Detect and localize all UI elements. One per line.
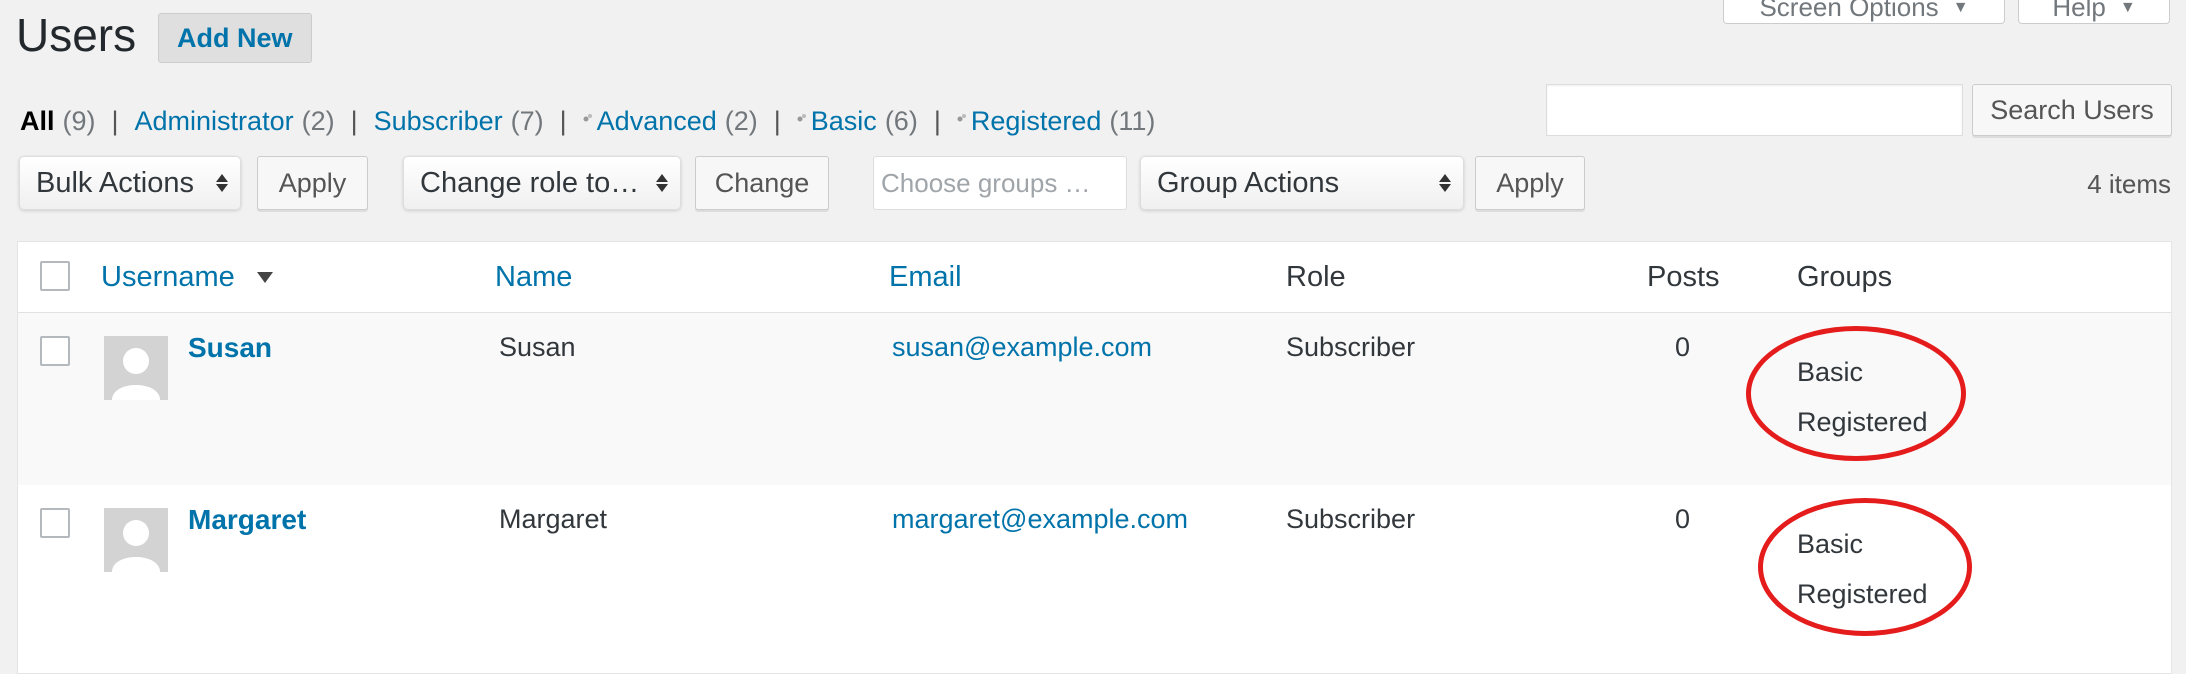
column-groups: Groups [1797, 261, 1893, 293]
column-username-label: Username [101, 261, 235, 293]
bulk-actions-value: Bulk Actions [36, 166, 194, 199]
view-basic-count: (6) [884, 106, 918, 136]
select-arrows-icon [216, 174, 228, 192]
role-cell: Subscriber [1286, 504, 1416, 534]
search-users-button[interactable]: Search Users [1972, 84, 2172, 136]
view-advanced-count: (2) [724, 106, 758, 136]
avatar [104, 508, 168, 572]
user-role-filter-views: All (9) | Administrator (2) | Subscriber… [20, 106, 1155, 137]
column-name[interactable]: Name [495, 261, 572, 294]
view-all[interactable]: All (9) [20, 106, 96, 137]
view-administrator-link[interactable]: Administrator [135, 106, 294, 137]
view-administrator[interactable]: Administrator (2) [135, 106, 335, 137]
column-email[interactable]: Email [889, 261, 962, 294]
email-link[interactable]: susan@example.com [892, 332, 1152, 363]
avatar [104, 336, 168, 400]
name-cell: Susan [499, 332, 576, 362]
view-registered-count: (11) [1109, 106, 1156, 136]
separator: | [933, 106, 941, 136]
group-icon [583, 113, 593, 123]
table-row: Margaret Margaret margaret@example.com S… [18, 485, 2171, 657]
users-page: Screen Options ▼ Help ▼ Users Add New Al… [0, 0, 2186, 674]
page-title: Users [16, 9, 137, 61]
change-role-select[interactable]: Change role to… [403, 156, 681, 210]
choose-groups-input[interactable]: Choose groups … [873, 156, 1127, 210]
sort-descending-icon [256, 258, 273, 291]
row-checkbox[interactable] [40, 336, 70, 366]
table-header: Username Name Email Role Posts Groups [18, 242, 2171, 313]
posts-cell: 0 [1675, 332, 1691, 362]
username-link[interactable]: Susan [188, 332, 272, 364]
group-actions-value: Group Actions [1157, 166, 1340, 199]
role-cell: Subscriber [1286, 332, 1416, 362]
row-checkbox[interactable] [40, 508, 70, 538]
posts-cell: 0 [1675, 504, 1691, 534]
view-advanced[interactable]: Advanced (2) [583, 106, 758, 137]
email-link[interactable]: margaret@example.com [892, 504, 1188, 535]
view-all-count: (9) [62, 106, 96, 136]
name-cell: Margaret [499, 504, 608, 534]
separator: | [559, 106, 567, 136]
select-all-checkbox[interactable] [40, 261, 70, 291]
column-username[interactable]: Username [101, 261, 273, 294]
caret-down-icon: ▼ [1952, 0, 1969, 16]
screen-options-label: Screen Options [1759, 0, 1939, 22]
view-subscriber[interactable]: Subscriber (7) [374, 106, 544, 137]
group-apply-button[interactable]: Apply [1475, 156, 1585, 210]
column-posts: Posts [1647, 261, 1720, 293]
view-basic-link[interactable]: Basic [811, 106, 877, 137]
bulk-actions-select[interactable]: Bulk Actions [19, 156, 241, 210]
view-administrator-count: (2) [301, 106, 335, 136]
help-label: Help [2052, 0, 2106, 22]
username-link[interactable]: Margaret [188, 504, 306, 536]
help-button[interactable]: Help ▼ [2018, 0, 2170, 24]
change-role-button[interactable]: Change [695, 156, 829, 210]
change-role-value: Change role to… [420, 166, 640, 199]
search-input[interactable] [1546, 84, 1963, 136]
group-icon [797, 113, 807, 123]
highlight-ellipse [1758, 498, 1972, 636]
add-new-button[interactable]: Add New [158, 13, 312, 63]
separator: | [773, 106, 781, 136]
separator: | [350, 106, 358, 136]
highlight-ellipse [1746, 326, 1966, 461]
view-basic[interactable]: Basic (6) [797, 106, 918, 137]
select-arrows-icon [656, 174, 668, 192]
view-registered-link[interactable]: Registered [971, 106, 1102, 137]
separator: | [111, 106, 119, 136]
group-actions-select[interactable]: Group Actions [1140, 156, 1464, 210]
group-icon [957, 113, 967, 123]
caret-down-icon: ▼ [2119, 0, 2136, 16]
bulk-apply-button[interactable]: Apply [257, 156, 368, 210]
view-advanced-link[interactable]: Advanced [597, 106, 717, 137]
table-row: Susan Susan susan@example.com Subscriber… [18, 313, 2171, 485]
screen-options-button[interactable]: Screen Options ▼ [1723, 0, 2005, 24]
view-subscriber-count: (7) [510, 106, 544, 136]
column-role: Role [1286, 261, 1346, 293]
users-table: Username Name Email Role Posts Groups Su… [17, 241, 2172, 674]
items-count: 4 items [2087, 169, 2171, 199]
view-registered[interactable]: Registered (11) [957, 106, 1156, 137]
view-subscriber-link[interactable]: Subscriber [374, 106, 503, 137]
select-arrows-icon [1439, 174, 1451, 192]
view-all-label: All [20, 106, 55, 136]
